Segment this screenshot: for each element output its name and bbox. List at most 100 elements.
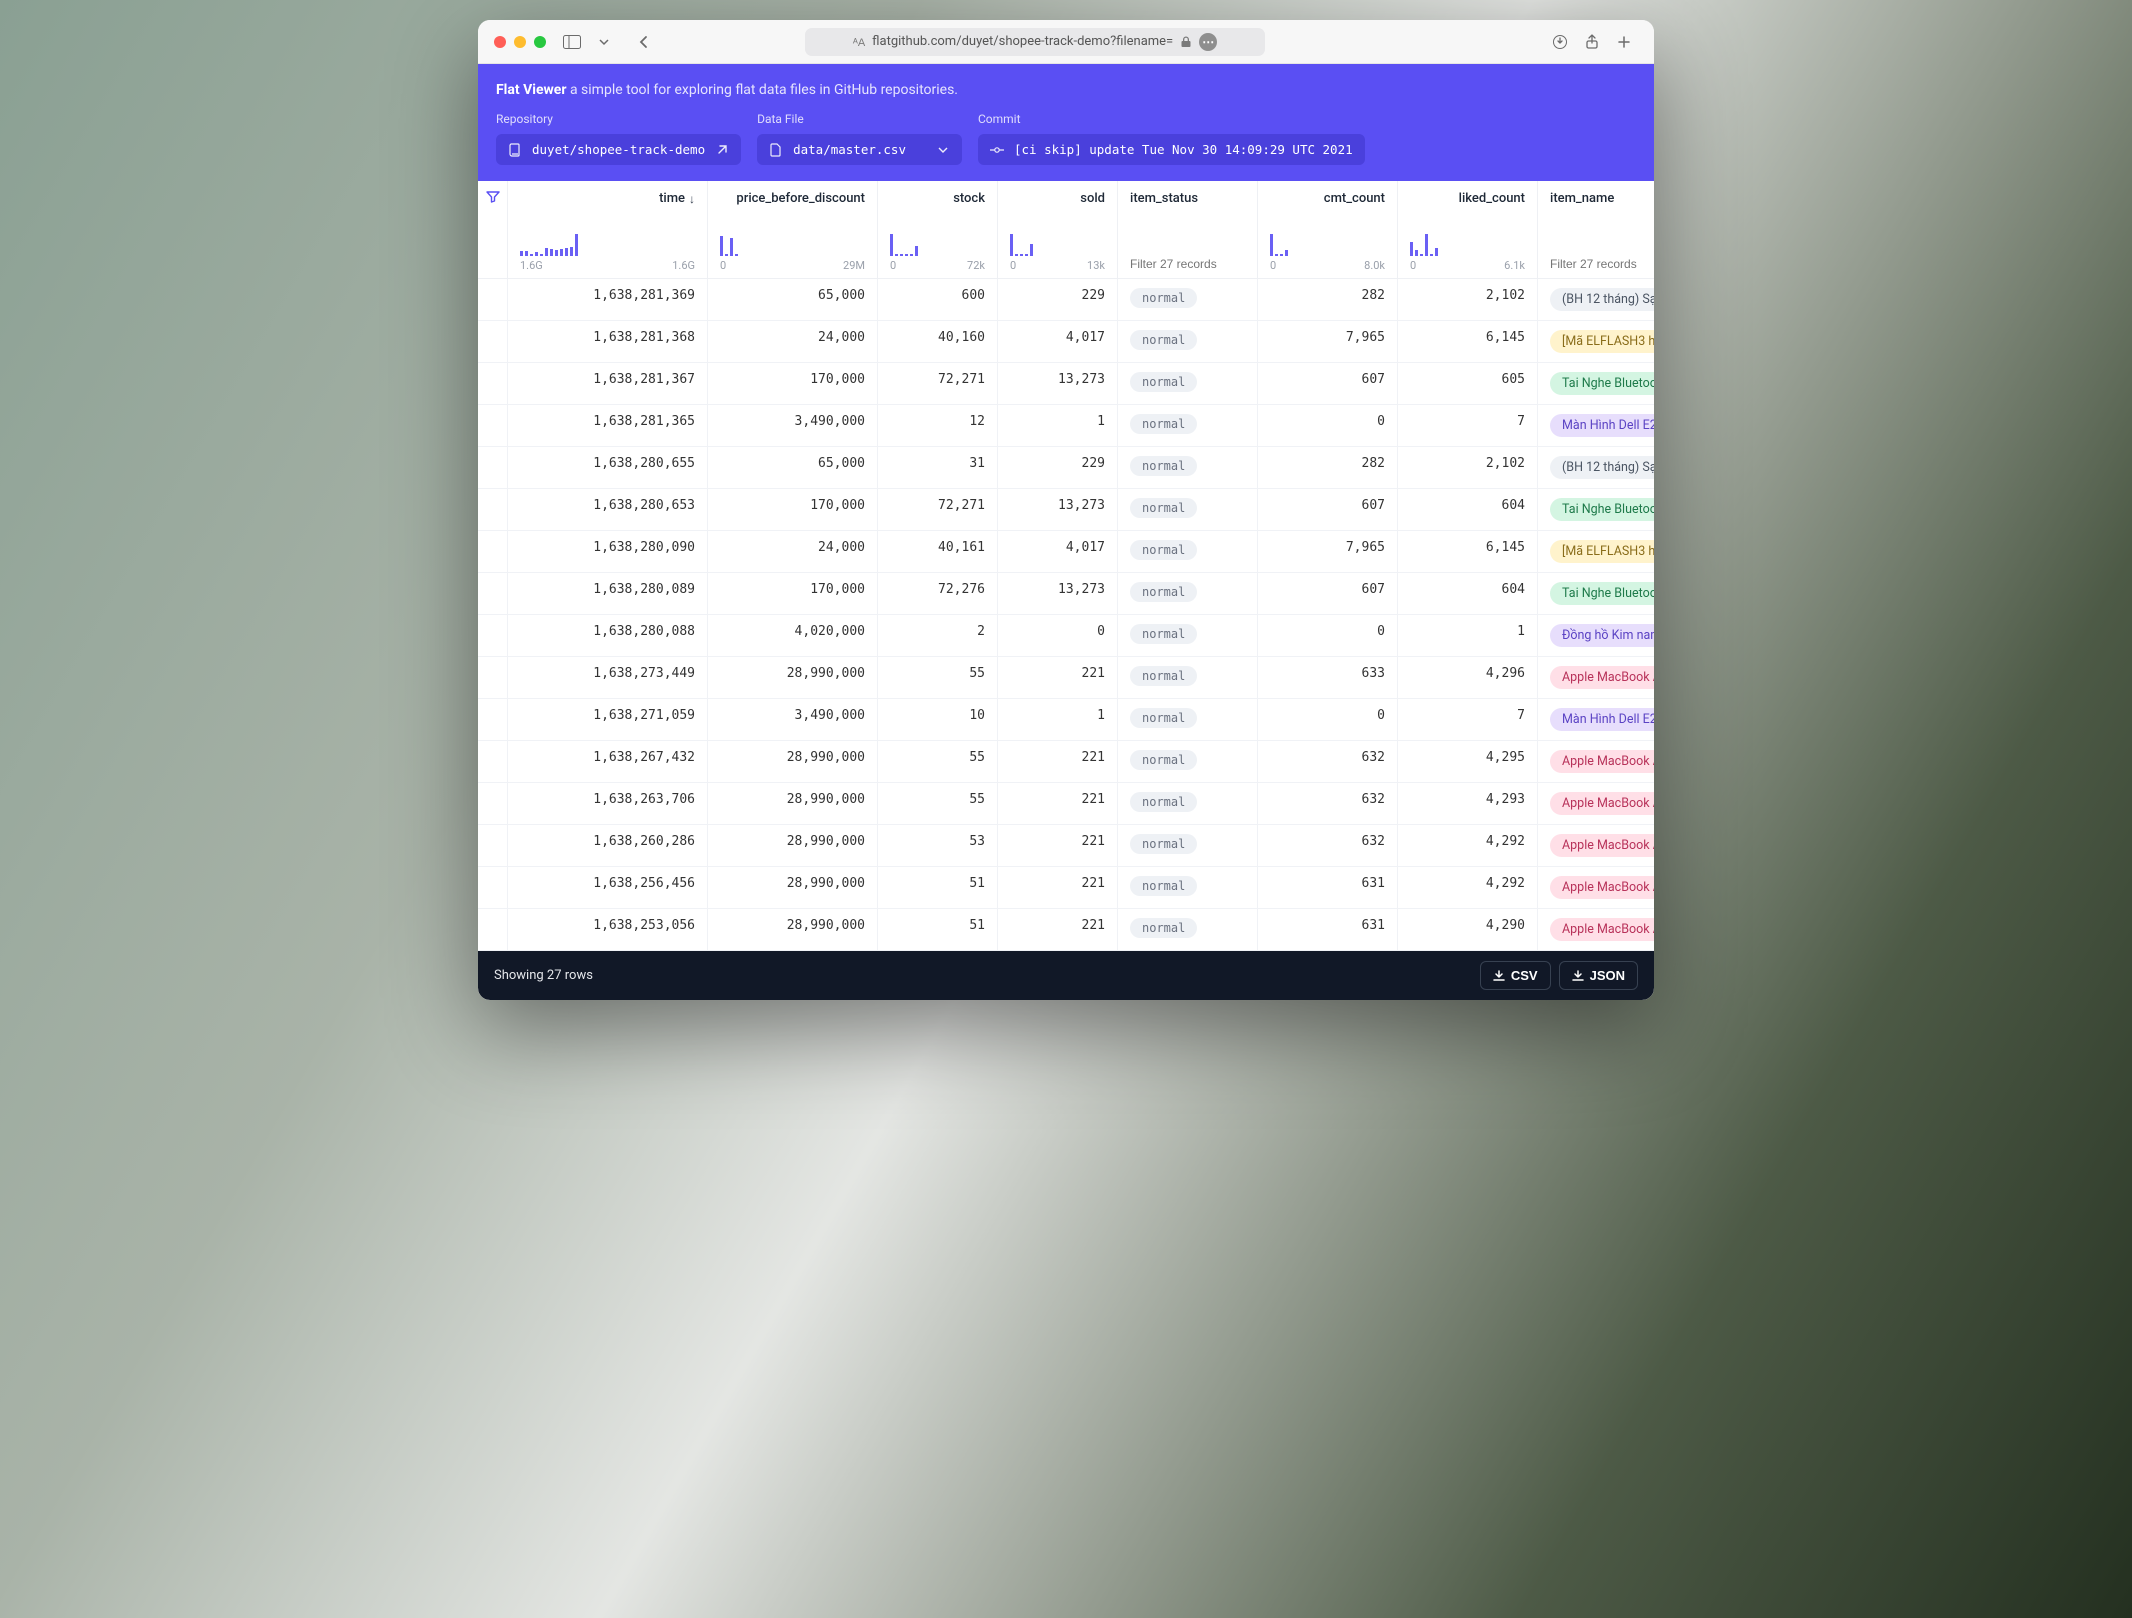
cell-stock: 51 (878, 867, 998, 909)
filter-icon (485, 189, 501, 205)
cell-item-name: Apple MacBook Air (2020) M1 Chip (1538, 867, 1654, 909)
filter-input-status[interactable] (1130, 257, 1245, 271)
cell-time: 1,638,281,369 (508, 279, 708, 321)
cell-status: normal (1118, 741, 1258, 783)
cell-cmt: 632 (1258, 783, 1398, 825)
cell-item-name: Đồng hồ Kim nam Fossil GRANT dâ (1538, 615, 1654, 657)
filter-toggle[interactable] (478, 181, 508, 279)
cell-status: normal (1118, 825, 1258, 867)
cell-liked: 6,145 (1398, 321, 1538, 363)
row-gutter (478, 279, 508, 321)
downloads-icon[interactable] (1546, 28, 1574, 56)
cell-liked: 604 (1398, 573, 1538, 615)
col-header-stock[interactable]: stock 072k (878, 181, 998, 279)
cell-stock: 40,161 (878, 531, 998, 573)
cell-sold: 13,273 (998, 489, 1118, 531)
col-header-status[interactable]: item_status (1118, 181, 1258, 279)
status-badge: normal (1130, 414, 1197, 434)
flat-header: Flat Viewer a simple tool for exploring … (478, 64, 1654, 181)
cell-price: 4,020,000 (708, 615, 878, 657)
commit-picker[interactable]: [ci skip] update Tue Nov 30 14:09:29 UTC… (978, 134, 1365, 165)
commit-icon (990, 143, 1004, 157)
cell-stock: 12 (878, 405, 998, 447)
item-name-pill: Apple MacBook Air (2020) M1 Chip (1550, 918, 1654, 941)
cell-status: normal (1118, 573, 1258, 615)
cell-stock: 51 (878, 909, 998, 951)
minimize-window-button[interactable] (514, 36, 526, 48)
chevron-down-icon[interactable] (590, 28, 618, 56)
data-grid: time ↓ 1.6G1.6G price_before_discount 02… (478, 181, 1654, 951)
col-header-sold[interactable]: sold 013k (998, 181, 1118, 279)
filter-input-name[interactable] (1550, 257, 1654, 271)
item-name-pill: (BH 12 tháng) Sạc Nhanh PD 18W U (1550, 456, 1654, 479)
row-gutter (478, 825, 508, 867)
cell-item-name: Tai Nghe Bluetooth 5.0 TWS | Khôn (1538, 573, 1654, 615)
col-header-liked[interactable]: liked_count 06.1k (1398, 181, 1538, 279)
csv-label: CSV (1511, 968, 1538, 983)
cell-time: 1,638,256,456 (508, 867, 708, 909)
download-json-button[interactable]: JSON (1559, 961, 1638, 990)
cell-item-name: [Mã ELFLASH3 hoàn 10K xu đơn 20 (1538, 531, 1654, 573)
file-picker[interactable]: data/master.csv (757, 134, 962, 165)
col-header-name[interactable]: item_name (1538, 181, 1654, 279)
cell-status: normal (1118, 909, 1258, 951)
status-badge: normal (1130, 708, 1197, 728)
item-name-pill: Màn Hình Dell E2016HV 19.5" HD+ (1550, 414, 1654, 437)
row-gutter (478, 447, 508, 489)
app-title-sub: a simple tool for exploring flat data fi… (570, 82, 958, 98)
col-header-time[interactable]: time ↓ 1.6G1.6G (508, 181, 708, 279)
lock-icon (1179, 35, 1193, 49)
cell-cmt: 0 (1258, 699, 1398, 741)
row-gutter (478, 657, 508, 699)
back-button[interactable] (630, 28, 658, 56)
cell-sold: 221 (998, 741, 1118, 783)
new-tab-icon[interactable] (1610, 28, 1638, 56)
item-name-pill: Apple MacBook Air (2020) M1 Chip (1550, 666, 1654, 689)
cell-item-name: Apple MacBook Air (2020) M1 Chip (1538, 741, 1654, 783)
fullscreen-window-button[interactable] (534, 36, 546, 48)
cell-stock: 10 (878, 699, 998, 741)
col-header-cmt[interactable]: cmt_count 08.0k (1258, 181, 1398, 279)
item-name-pill: Apple MacBook Air (2020) M1 Chip (1550, 750, 1654, 773)
cell-status: normal (1118, 405, 1258, 447)
status-badge: normal (1130, 288, 1197, 308)
reader-more-icon[interactable]: ⋯ (1199, 33, 1217, 51)
row-gutter (478, 909, 508, 951)
sidebar-toggle-icon[interactable] (558, 28, 586, 56)
site-settings-icon[interactable]: ᴬA (852, 35, 866, 49)
item-name-pill: (BH 12 tháng) Sạc Nhanh PD 18W U (1550, 288, 1654, 311)
cell-item-name: Apple MacBook Air (2020) M1 Chip (1538, 657, 1654, 699)
cell-price: 28,990,000 (708, 825, 878, 867)
cell-liked: 7 (1398, 699, 1538, 741)
cell-cmt: 282 (1258, 447, 1398, 489)
commit-label: Commit (978, 112, 1365, 126)
cell-sold: 221 (998, 909, 1118, 951)
cell-cmt: 607 (1258, 573, 1398, 615)
cell-liked: 4,292 (1398, 867, 1538, 909)
cell-price: 65,000 (708, 447, 878, 489)
col-header-price[interactable]: price_before_discount 029M (708, 181, 878, 279)
cell-sold: 13,273 (998, 363, 1118, 405)
cell-sold: 4,017 (998, 531, 1118, 573)
share-icon[interactable] (1578, 28, 1606, 56)
status-badge: normal (1130, 456, 1197, 476)
cell-time: 1,638,260,286 (508, 825, 708, 867)
status-badge: normal (1130, 876, 1197, 896)
json-label: JSON (1590, 968, 1625, 983)
file-value: data/master.csv (793, 142, 906, 157)
close-window-button[interactable] (494, 36, 506, 48)
repo-picker[interactable]: duyet/shopee-track-demo (496, 134, 741, 165)
cell-time: 1,638,263,706 (508, 783, 708, 825)
address-bar[interactable]: ᴬA flatgithub.com/duyet/shopee-track-dem… (805, 28, 1265, 56)
cell-stock: 31 (878, 447, 998, 489)
row-gutter (478, 573, 508, 615)
cell-status: normal (1118, 531, 1258, 573)
cell-item-name: (BH 12 tháng) Sạc Nhanh PD 18W U (1538, 279, 1654, 321)
browser-window: ᴬA flatgithub.com/duyet/shopee-track-dem… (478, 20, 1654, 1000)
item-name-pill: Tai Nghe Bluetooth 5.0 TWS | Khôn (1550, 498, 1654, 521)
cell-price: 3,490,000 (708, 699, 878, 741)
cell-sold: 0 (998, 615, 1118, 657)
download-csv-button[interactable]: CSV (1480, 961, 1551, 990)
cell-liked: 604 (1398, 489, 1538, 531)
cell-price: 65,000 (708, 279, 878, 321)
